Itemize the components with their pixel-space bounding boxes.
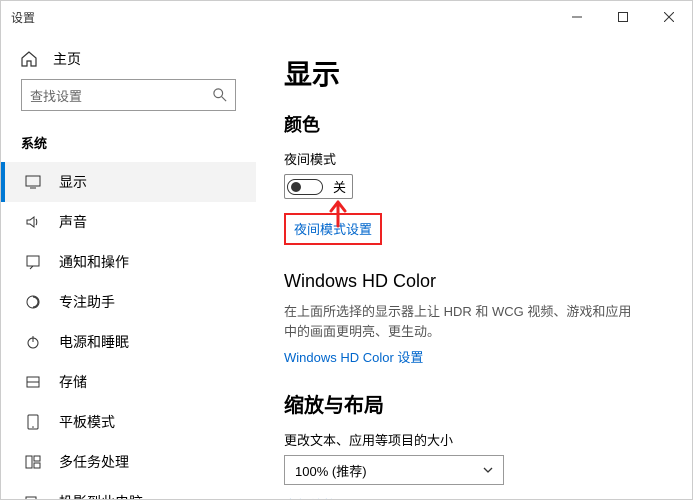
sidebar-item-power[interactable]: 电源和睡眠 — [1, 322, 256, 362]
night-mode-settings-link[interactable]: 夜间模式设置 — [294, 219, 372, 238]
multitask-icon — [25, 454, 41, 470]
sidebar-item-display[interactable]: 显示 — [1, 162, 256, 202]
projecting-icon — [25, 494, 41, 499]
window-title: 设置 — [11, 9, 35, 26]
close-button[interactable] — [646, 1, 692, 33]
toggle-thumb — [291, 182, 301, 192]
hd-color-heading: Windows HD Color — [284, 271, 664, 292]
sidebar-item-multitask[interactable]: 多任务处理 — [1, 442, 256, 482]
home-button[interactable]: 主页 — [1, 41, 256, 79]
toggle-track — [287, 179, 323, 195]
home-label: 主页 — [53, 49, 81, 69]
scale-dropdown[interactable]: 100% (推荐) — [284, 455, 504, 485]
color-heading: 颜色 — [284, 111, 664, 137]
highlight-box: 夜间模式设置 — [284, 213, 382, 245]
hd-color-settings-link[interactable]: Windows HD Color 设置 — [284, 347, 423, 366]
maximize-button[interactable] — [600, 1, 646, 33]
tablet-icon — [25, 414, 41, 430]
main-content: 显示 颜色 夜间模式 关 夜间模式设置 Windows HD Color 在上面… — [256, 33, 692, 499]
window-controls — [554, 1, 692, 33]
search-input[interactable]: 查找设置 — [21, 79, 236, 111]
sidebar-item-notifications[interactable]: 通知和操作 — [1, 242, 256, 282]
night-mode-toggle[interactable]: 关 — [284, 174, 353, 199]
advanced-scale-link[interactable]: 高级缩放设置 — [284, 495, 362, 499]
chevron-down-icon — [483, 465, 493, 475]
sidebar-item-label: 声音 — [59, 212, 87, 232]
night-mode-label: 夜间模式 — [284, 149, 664, 168]
sidebar-item-tablet[interactable]: 平板模式 — [1, 402, 256, 442]
notifications-icon — [25, 254, 41, 270]
sidebar-item-label: 投影到此电脑 — [59, 492, 143, 499]
toggle-state: 关 — [333, 177, 346, 196]
focus-icon — [25, 294, 41, 310]
scale-heading: 缩放与布局 — [284, 389, 664, 418]
storage-icon — [25, 374, 41, 390]
sidebar-item-projecting[interactable]: 投影到此电脑 — [1, 482, 256, 499]
sidebar: 主页 查找设置 系统 显示 声音 通知和操作 — [1, 33, 256, 499]
sidebar-item-label: 多任务处理 — [59, 452, 129, 472]
section-label: 系统 — [1, 121, 256, 162]
hd-description: 在上面所选择的显示器上让 HDR 和 WCG 视频、游戏和应用中的画面更明亮、更… — [284, 302, 644, 341]
sidebar-item-label: 平板模式 — [59, 412, 115, 432]
power-icon — [25, 334, 41, 350]
scale-label: 更改文本、应用等项目的大小 — [284, 430, 664, 449]
sidebar-item-label: 通知和操作 — [59, 252, 129, 272]
sidebar-item-label: 专注助手 — [59, 292, 115, 312]
sidebar-item-label: 显示 — [59, 172, 87, 192]
sidebar-item-storage[interactable]: 存储 — [1, 362, 256, 402]
display-icon — [25, 174, 41, 190]
sidebar-item-label: 电源和睡眠 — [59, 332, 129, 352]
sidebar-item-sound[interactable]: 声音 — [1, 202, 256, 242]
sound-icon — [25, 214, 41, 230]
sidebar-item-focus[interactable]: 专注助手 — [1, 282, 256, 322]
page-title: 显示 — [284, 53, 664, 93]
search-placeholder: 查找设置 — [30, 86, 82, 105]
scale-value: 100% (推荐) — [295, 461, 367, 480]
search-icon — [213, 88, 227, 102]
home-icon — [21, 51, 37, 67]
minimize-button[interactable] — [554, 1, 600, 33]
sidebar-item-label: 存储 — [59, 372, 87, 392]
